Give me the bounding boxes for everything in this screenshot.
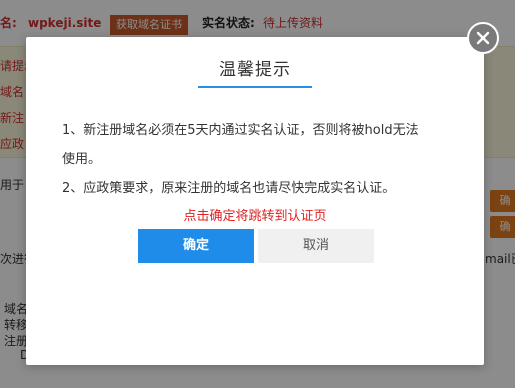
close-icon <box>476 31 490 45</box>
redirect-hint: 点击确定将跳转到认证页 <box>183 209 327 224</box>
close-button[interactable] <box>467 22 499 54</box>
dialog-line-2: 2、应政策要求，原来注册的域名也请尽快完成实名认证。 <box>62 181 396 196</box>
notice-dialog: 温馨提示 1、新注册域名必须在5天内通过实名认证，否则将被hold无法 使用。 … <box>26 37 484 365</box>
confirm-button[interactable]: 确定 <box>138 229 254 263</box>
title-underline <box>198 86 312 88</box>
dialog-title: 温馨提示 <box>219 60 291 80</box>
cancel-button[interactable]: 取消 <box>258 229 374 263</box>
dialog-line-1: 1、新注册域名必须在5天内通过实名认证，否则将被hold无法 <box>62 123 419 138</box>
dialog-line-1-continued: 使用。 <box>62 152 102 167</box>
